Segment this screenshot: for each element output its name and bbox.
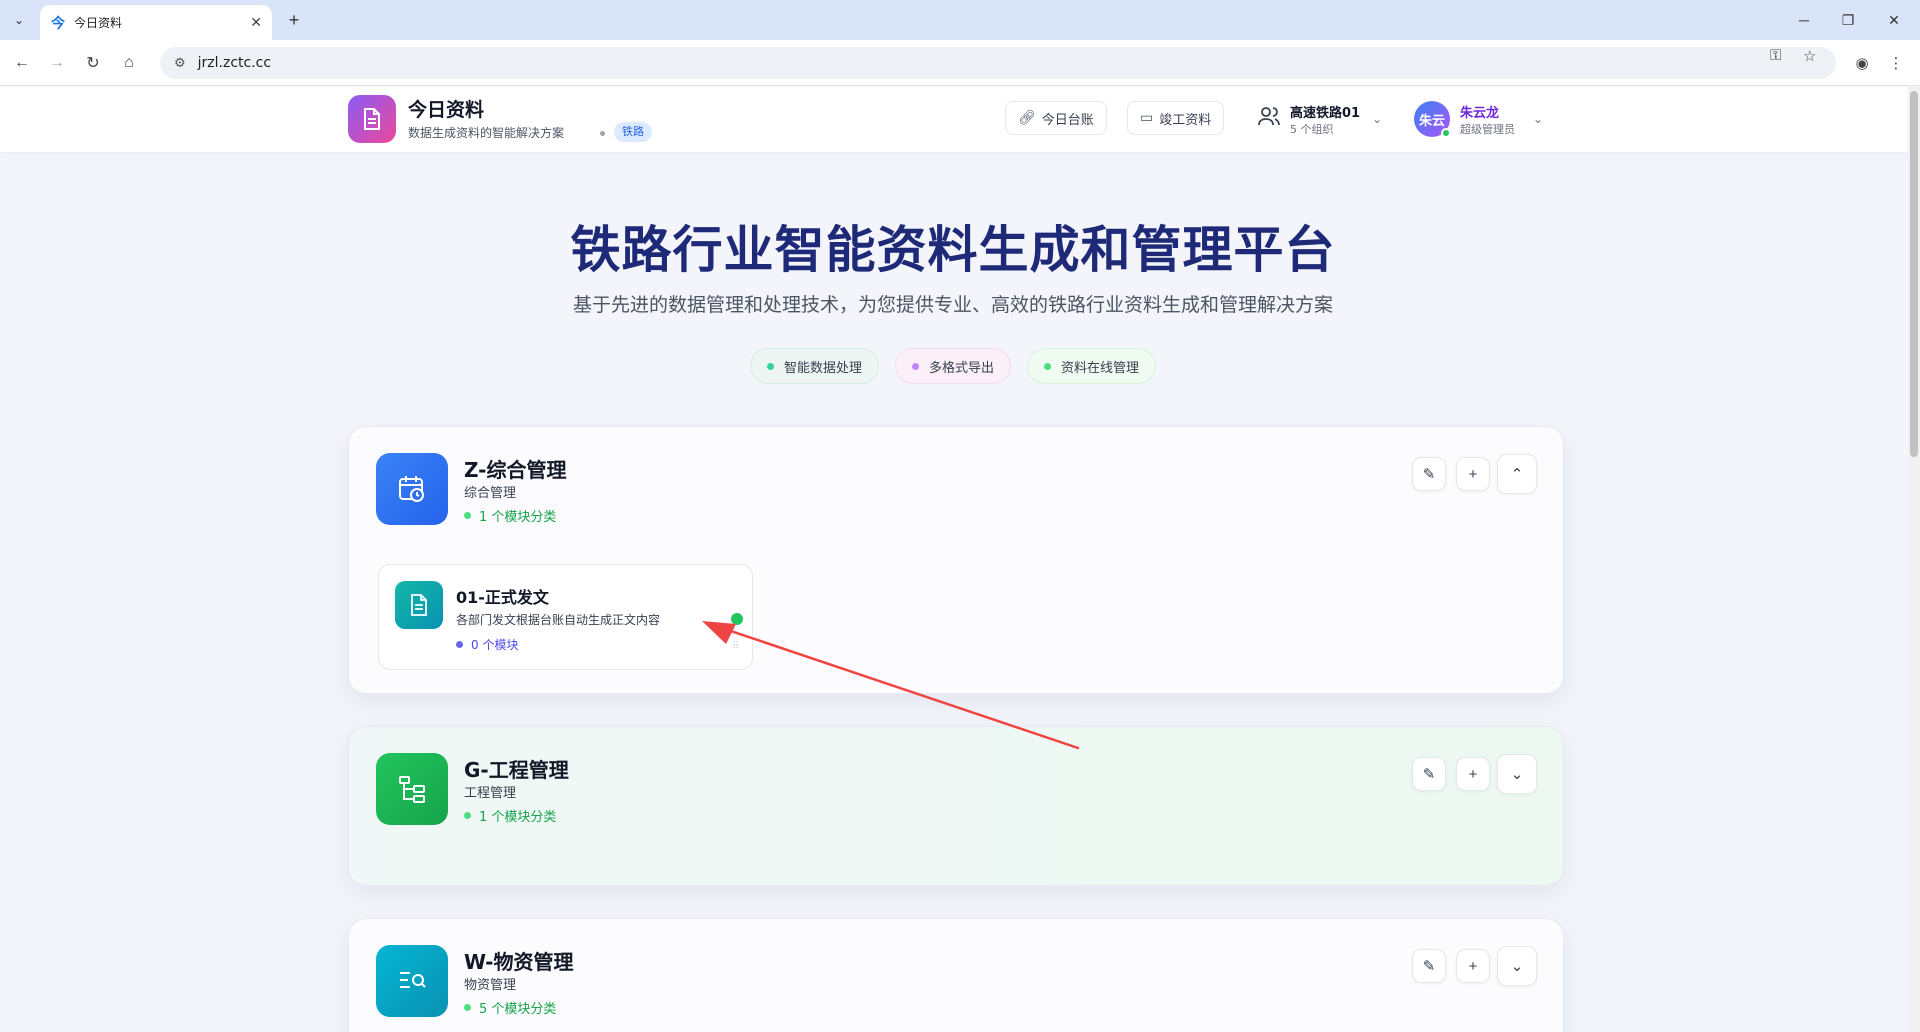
status-dot — [731, 613, 743, 625]
window-close-icon[interactable]: ✕ — [1872, 6, 1916, 34]
browser-toolbar: ← → ↻ ⌂ ⚙ jrzl.zctc.cc ⚿ ☆ ◉ ⋮ — [0, 40, 1920, 86]
category-count-label: 1 个模块分类 — [479, 810, 557, 825]
category-subtitle: 物资管理 — [464, 978, 517, 993]
edit-pencil-icon[interactable]: ✎ — [1412, 757, 1446, 791]
daily-ledger-button[interactable]: 🔗︎ 今日台账 — [1005, 101, 1107, 135]
tab-close-icon[interactable]: ✕ — [250, 14, 262, 31]
org-name: 高速铁路01 — [1290, 105, 1361, 121]
brand-separator-dot — [600, 131, 605, 136]
reload-icon[interactable]: ↻ — [81, 51, 105, 75]
industry-tag: 铁路 — [614, 122, 652, 142]
category-count: 1 个模块分类 — [464, 806, 556, 825]
module-card[interactable]: 01-正式发文 各部门发文根据台账自动生成正文内容 0 个模块 ⠿ — [378, 564, 753, 670]
expand-chevron-down-icon[interactable]: ⌄ — [1497, 754, 1537, 794]
module-description: 各部门发文根据台账自动生成正文内容 — [456, 613, 661, 627]
pill-label: 多格式导出 — [928, 360, 994, 376]
drag-handle-icon[interactable]: ⠿ — [732, 641, 739, 652]
category-title: Z-综合管理 — [464, 458, 567, 482]
category-count-label: 5 个模块分类 — [479, 1002, 557, 1017]
calendar-clock-icon — [376, 453, 448, 525]
chevron-down-icon: ⌄ — [1533, 112, 1544, 126]
feature-pill: 多格式导出 — [894, 348, 1011, 384]
restore-icon[interactable]: ❐ — [1826, 6, 1870, 34]
collapse-chevron-up-icon[interactable]: ⌃ — [1497, 454, 1537, 494]
scrollbar-thumb[interactable] — [1910, 91, 1918, 457]
bookmark-star-icon[interactable]: ☆ — [1803, 47, 1816, 65]
category-card: W-物资管理 物资管理 5 个模块分类 ✎ + ⌄ — [348, 918, 1564, 1032]
org-switcher[interactable]: 高速铁路01 5 个组织 ⌄ — [1258, 97, 1382, 141]
count-dot — [464, 1004, 471, 1011]
category-count: 5 个模块分类 — [464, 998, 556, 1017]
hero-subtitle: 基于先进的数据管理和处理技术，为您提供专业、高效的铁路行业资料生成和管理解决方案 — [572, 294, 1333, 316]
module-title: 01-正式发文 — [456, 588, 549, 607]
count-dot — [464, 812, 471, 819]
category-card: G-工程管理 工程管理 1 个模块分类 ✎ + ⌄ — [348, 726, 1564, 886]
category-title: W-物资管理 — [464, 950, 574, 974]
online-status-dot — [1441, 128, 1451, 138]
browser-tabbar: ⌄ 今 今日资料 ✕ + ─ ❐ ✕ — [0, 0, 1920, 40]
pill-label: 智能数据处理 — [783, 360, 862, 376]
url-text: jrzl.zctc.cc — [197, 55, 272, 71]
edit-pencil-icon[interactable]: ✎ — [1412, 457, 1446, 491]
user-name: 朱云龙 — [1460, 105, 1500, 121]
category-subtitle: 工程管理 — [464, 786, 517, 801]
link-icon: 🔗︎ — [1018, 110, 1036, 126]
category-subtitle: 综合管理 — [464, 486, 517, 501]
brand-subtitle: 数据生成资料的智能解决方案 — [408, 126, 565, 140]
home-icon[interactable]: ⌂ — [117, 51, 141, 75]
minimize-icon[interactable]: ─ — [1782, 6, 1826, 34]
completion-docs-label: 竣工资料 — [1159, 112, 1212, 128]
site-info-icon[interactable]: ⚙ — [174, 55, 186, 71]
document-icon — [395, 581, 443, 629]
page-scrollbar[interactable] — [1908, 87, 1920, 1032]
tab-search-chevron-icon[interactable]: ⌄ — [8, 9, 30, 31]
pill-dot — [911, 362, 919, 370]
app-logo-icon[interactable] — [348, 95, 396, 143]
feature-pill: 资料在线管理 — [1027, 348, 1157, 384]
count-dot — [456, 641, 463, 648]
tab-title: 今日资料 — [74, 16, 123, 30]
count-dot — [464, 512, 471, 519]
add-plus-icon[interactable]: + — [1456, 757, 1490, 791]
site-favicon-icon: 今 — [51, 14, 65, 31]
pill-label: 资料在线管理 — [1061, 360, 1140, 376]
pill-dot — [766, 362, 774, 370]
forward-arrow-icon[interactable]: → — [45, 51, 69, 75]
add-plus-icon[interactable]: + — [1456, 457, 1490, 491]
list-search-icon — [376, 945, 448, 1017]
category-card: Z-综合管理 综合管理 1 个模块分类 ✎ + ⌃ 01-正式发文 各部门发文根… — [348, 426, 1564, 694]
org-count: 5 个组织 — [1290, 122, 1334, 136]
daily-ledger-label: 今日台账 — [1041, 112, 1094, 128]
pill-dot — [1044, 362, 1051, 370]
avatar: 朱云 — [1414, 101, 1451, 138]
expand-chevron-down-icon[interactable]: ⌄ — [1497, 946, 1537, 986]
hierarchy-tree-icon — [376, 753, 448, 825]
profile-icon[interactable]: ◉ — [1850, 51, 1874, 75]
module-count-label: 0 个模块 — [471, 638, 519, 652]
category-count-label: 1 个模块分类 — [479, 510, 557, 525]
category-count: 1 个模块分类 — [464, 506, 556, 525]
brand-title: 今日资料 — [408, 99, 485, 121]
folder-icon: ▭ — [1140, 110, 1154, 126]
add-plus-icon[interactable]: + — [1456, 949, 1490, 983]
avatar-initials: 朱云 — [1418, 113, 1445, 129]
feature-pill: 智能数据处理 — [749, 348, 879, 384]
back-arrow-icon[interactable]: ← — [10, 51, 34, 75]
feature-pills: 智能数据处理 多格式导出 资料在线管理 — [0, 348, 1906, 384]
users-icon — [1258, 106, 1280, 132]
edit-pencil-icon[interactable]: ✎ — [1412, 949, 1446, 983]
new-tab-plus-icon[interactable]: + — [282, 8, 306, 32]
user-menu[interactable]: 朱云 朱云龙 超级管理员 ⌄ — [1414, 99, 1543, 139]
hero-title: 铁路行业智能资料生成和管理平台 — [570, 221, 1336, 279]
chevron-down-icon: ⌄ — [1372, 112, 1383, 126]
browser-tab[interactable]: 今 今日资料 ✕ — [40, 5, 272, 40]
completion-docs-button[interactable]: ▭ 竣工资料 — [1127, 101, 1225, 135]
user-role: 超级管理员 — [1460, 122, 1515, 136]
password-key-icon[interactable]: ⚿ — [1770, 47, 1781, 64]
category-title: G-工程管理 — [464, 758, 569, 782]
address-bar[interactable]: ⚙ jrzl.zctc.cc — [160, 47, 1836, 79]
browser-menu-icon[interactable]: ⋮ — [1884, 51, 1908, 75]
app-header: 今日资料 数据生成资料的智能解决方案 铁路 🔗︎ 今日台账 ▭ 竣工资料 高速铁… — [0, 87, 1920, 153]
module-count: 0 个模块 — [456, 636, 518, 653]
